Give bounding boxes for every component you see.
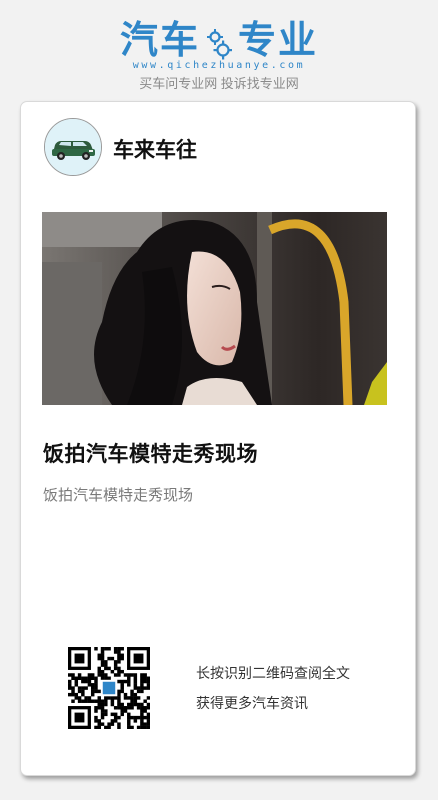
- author-name[interactable]: 车来车往: [113, 134, 197, 164]
- brand-title-right: 专业: [238, 18, 319, 62]
- model-at-car-show-photo[interactable]: [42, 212, 387, 405]
- gear-icon: [206, 25, 232, 60]
- brand-slogan: 买车问专业网 投诉找专业网: [139, 76, 299, 91]
- brand-title-left: 汽车: [119, 18, 200, 62]
- article-title[interactable]: 饭拍汽车模特走秀现场: [43, 438, 258, 468]
- share-card: 车来车往 饭拍汽车模特走秀现场 饭拍汽车模特走秀现场 长按识别二维码查阅全文 获…: [20, 101, 416, 776]
- car-avatar-icon[interactable]: [44, 118, 102, 176]
- qr-hint-line1: 长按识别二维码查阅全文: [196, 666, 350, 682]
- brand-url: www.qichezhuanye.com: [132, 60, 306, 71]
- article-summary: 饭拍汽车模特走秀现场: [43, 486, 194, 504]
- qr-code-icon[interactable]: [68, 647, 151, 730]
- brand-logo: 汽车 专业 www.qichezhuanye.com 买车问专业网 投诉找专业网: [0, 18, 438, 92]
- brand-title: 汽车 专业: [0, 18, 438, 62]
- qr-hint-line2: 获得更多汽车资讯: [196, 696, 308, 712]
